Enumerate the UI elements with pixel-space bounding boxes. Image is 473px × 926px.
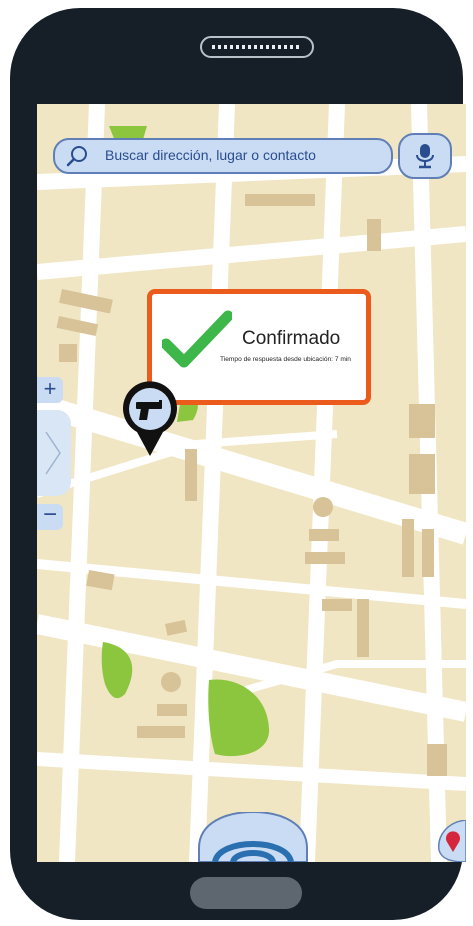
microphone-icon	[416, 144, 434, 169]
chevron-right-icon	[45, 431, 61, 475]
zoom-out-button[interactable]: −	[37, 503, 63, 530]
signal-button[interactable]	[197, 812, 309, 862]
side-drawer-handle[interactable]	[37, 410, 71, 496]
map-screen[interactable]: Buscar dirección, lugar o contacto Confi…	[37, 104, 466, 862]
zoom-in-button[interactable]: +	[37, 377, 63, 403]
home-button[interactable]	[190, 877, 302, 909]
search-input[interactable]: Buscar dirección, lugar o contacto	[105, 147, 316, 163]
search-bar[interactable]: Buscar dirección, lugar o contacto	[53, 138, 393, 174]
city-map[interactable]	[37, 104, 466, 862]
incident-marker[interactable]	[119, 378, 181, 458]
location-marker-icon[interactable]	[437, 820, 466, 862]
confirmation-subtitle: Tiempo de respuesta desde ubicación: 7 m…	[220, 356, 351, 363]
phone-frame: Buscar dirección, lugar o contacto Confi…	[10, 8, 466, 920]
speaker-grille	[200, 36, 314, 58]
voice-search-button[interactable]	[398, 133, 452, 179]
search-icon	[66, 146, 87, 167]
confirmation-title: Confirmado	[242, 328, 341, 349]
